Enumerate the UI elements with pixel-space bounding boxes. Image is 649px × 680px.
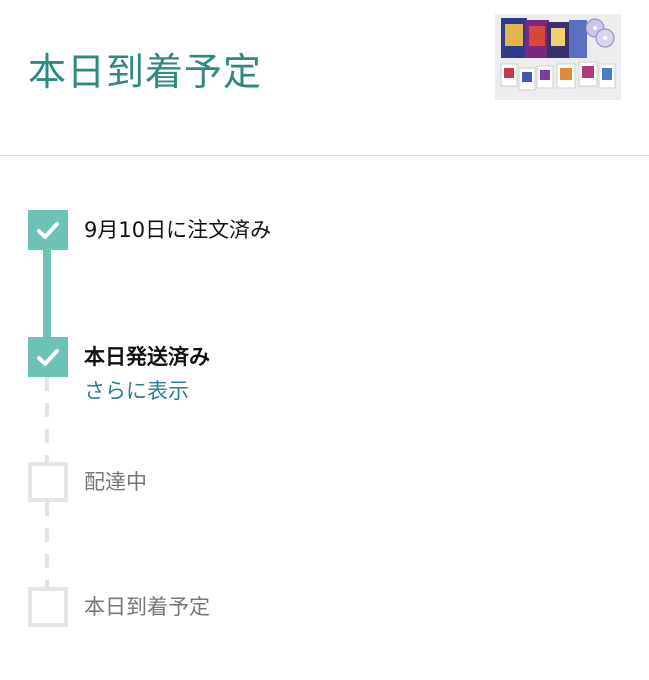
step-in-transit-label: 配達中 <box>84 470 147 494</box>
step-arrival-box <box>28 587 68 627</box>
step-shipped-label: 本日発送済み <box>84 345 210 369</box>
step-ordered-label: 9月10日に注文済み <box>84 218 272 242</box>
progress-line-pending <box>45 502 49 587</box>
step-ordered-check <box>28 210 68 250</box>
step-arrival-label: 本日到着予定 <box>84 595 210 619</box>
shipment-timeline: 9月10日に注文済み 本日発送済み さらに表示 配達中 本日到着予定 <box>0 157 649 680</box>
progress-line-pending <box>45 377 49 462</box>
checkmark-icon <box>37 349 59 366</box>
header: 本日到着予定 <box>0 0 649 156</box>
show-more-link[interactable]: さらに表示 <box>84 377 189 405</box>
product-image-icon <box>495 14 621 100</box>
step-shipped-check <box>28 337 68 377</box>
progress-line-complete <box>43 248 51 342</box>
product-thumbnail[interactable] <box>495 14 621 100</box>
delivery-status-title: 本日到着予定 <box>28 50 263 94</box>
step-in-transit-box <box>28 462 68 502</box>
checkmark-icon <box>37 222 59 239</box>
